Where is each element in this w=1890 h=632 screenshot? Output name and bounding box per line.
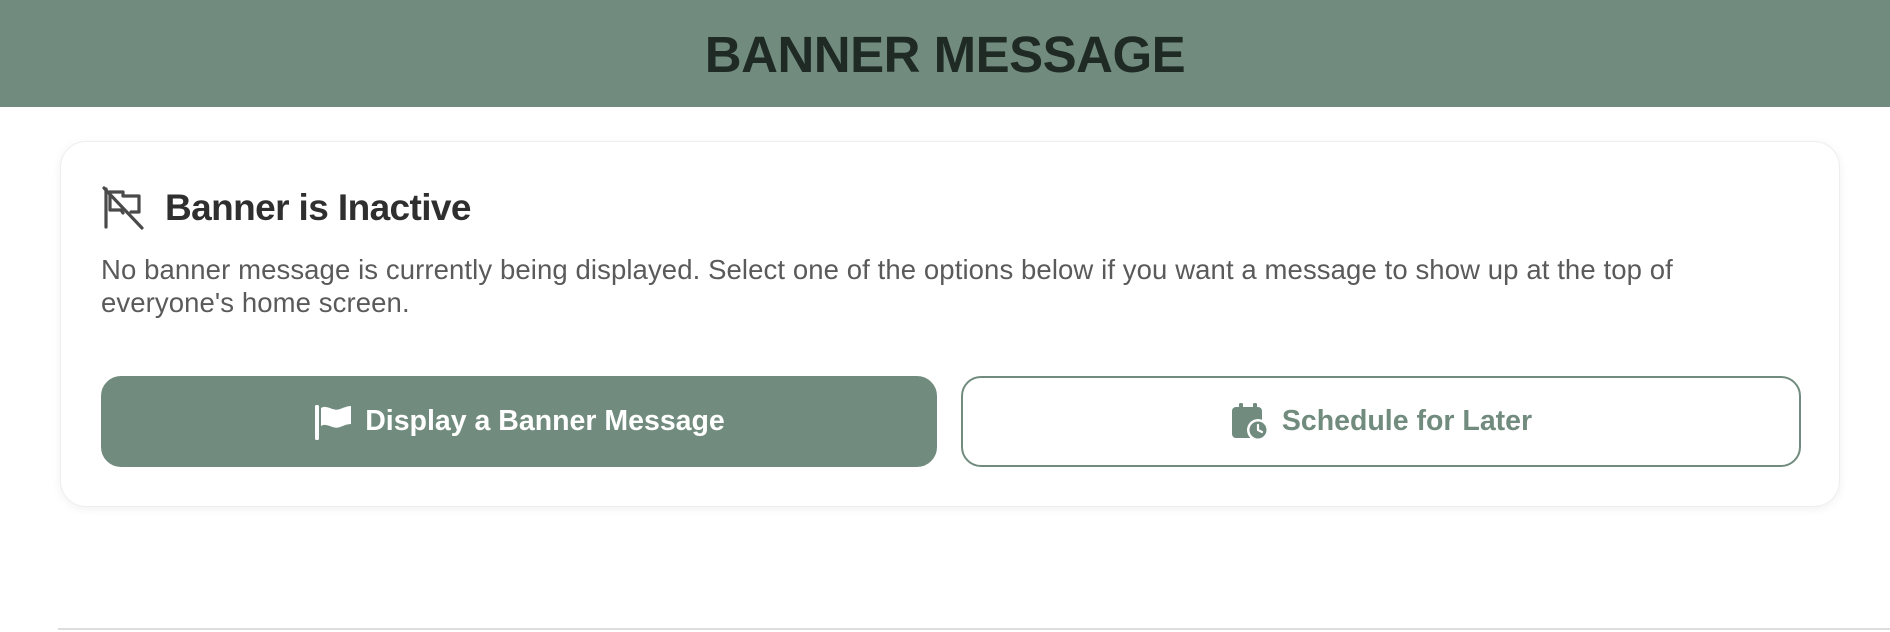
status-title: Banner is Inactive — [165, 187, 471, 228]
banner-status-card: Banner is Inactive No banner message is … — [60, 141, 1840, 507]
status-row: Banner is Inactive — [101, 184, 471, 232]
page-title: BANNER MESSAGE — [704, 26, 1186, 83]
status-description: No banner message is currently being dis… — [101, 254, 1673, 318]
page-header: BANNER MESSAGE — [0, 0, 1890, 107]
flag-off-icon — [101, 185, 147, 231]
flag-icon — [313, 402, 353, 442]
display-banner-label: Display a Banner Message — [365, 405, 725, 437]
schedule-later-label: Schedule for Later — [1281, 405, 1533, 437]
schedule-later-button[interactable]: Schedule for Later — [961, 376, 1801, 467]
calendar-clock-icon — [1230, 402, 1270, 442]
section-divider — [58, 628, 1890, 630]
display-banner-button[interactable]: Display a Banner Message — [101, 376, 937, 467]
